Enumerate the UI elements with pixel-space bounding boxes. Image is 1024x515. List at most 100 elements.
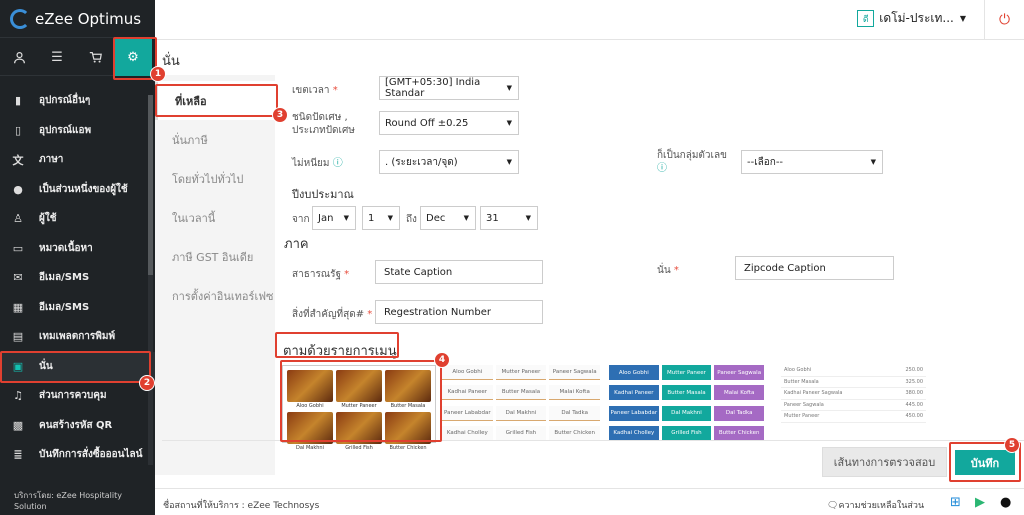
tab-gst-india[interactable]: ภาษี GST อินเดีย — [155, 237, 275, 276]
step-marker-3: 3 — [272, 107, 288, 123]
qr-icon: ▩ — [12, 418, 24, 432]
menu-preview-item: Mutter Paneer — [336, 370, 382, 409]
menu-preview-item: Butter Masala — [385, 370, 431, 409]
windows-icon[interactable]: ⊞ — [950, 495, 961, 510]
property-selector[interactable]: ดี เดโม่-ประเท... ▼ — [857, 9, 966, 28]
price-row: Butter Masala 325.00 — [781, 377, 926, 388]
mobile-icon: ▯ — [14, 123, 22, 137]
state-label: สาธารณรัฐ * — [292, 269, 350, 280]
settings-tabs: ที่เหลือ นั่นภาษี โดยทั่วไปทั่วไป ในเวลา… — [155, 75, 275, 475]
cart-icon[interactable] — [76, 38, 114, 76]
price-row: Paneer Sagwala 445.00 — [781, 400, 926, 411]
app-logo-text: eZee Optimus — [35, 9, 142, 28]
zipcode-caption-input[interactable]: Zipcode Caption — [735, 256, 894, 280]
format-select[interactable]: . (ระยะเวลา/จุด) — [379, 150, 519, 174]
settings-gear-icon[interactable]: ⚙ — [114, 38, 152, 76]
sidebar-item-email-sms-2[interactable]: ▦ อีเมล/SMS — [0, 293, 155, 323]
host-name: ชื่อสถานที่ให้บริการ : eZee Technosys — [163, 501, 320, 511]
sidebar-item-language[interactable]: 文ภาษา — [0, 145, 155, 175]
chat-icon: 🗨 — [827, 501, 839, 511]
timezone-label: เขตเวลา * — [292, 85, 338, 96]
sidebar-item-content-category[interactable]: ▭ หมวดเนื้อหา — [0, 234, 155, 264]
sidebar-item-email-sms[interactable]: ✉ อีเมล/SMS — [0, 263, 155, 293]
menu-style-price-list[interactable]: Aloo Gobhi 250.00 Butter Masala 325.00 Kad… — [781, 365, 926, 443]
menu-style-color-tiles[interactable]: Aloo Gobhi Mutter Paneer Paneer Sagwala … — [609, 365, 764, 443]
to-month-select[interactable]: Dec — [420, 206, 476, 230]
user-group-icon: ● — [13, 182, 23, 196]
ezee-logo-icon — [10, 8, 30, 29]
sidebar-item-control[interactable]: ♫ ส่วนการควบคุม — [0, 381, 155, 411]
tab-time[interactable]: ในเวลานี้ — [155, 198, 275, 237]
sidebar-item-qr-generator[interactable]: ▩ คนสร้างรหัส QR — [0, 411, 155, 441]
help-link[interactable]: 🗨ความช่วยเหลือในส่วน — [827, 498, 924, 512]
sidebar-item-display[interactable]: ▣ นั่น — [0, 351, 155, 381]
language-icon: 文 — [12, 153, 24, 167]
app-logo[interactable]: eZee Optimus — [0, 0, 155, 38]
save-button[interactable]: บันทึก — [955, 450, 1015, 475]
timezone-select[interactable]: [GMT+05:30] India Standar — [379, 76, 519, 100]
sidebar-item-user[interactable]: ♙ ผู้ใช้ — [0, 204, 155, 234]
tab-general[interactable]: โดยทั่วไปทั่วไป — [155, 159, 275, 198]
registration-label: สิ่งที่สำคัญที่สุด# * — [292, 309, 373, 320]
audit-trail-button[interactable]: เส้นทางการตรวจสอบ — [822, 447, 947, 477]
property-badge: ดี — [857, 10, 875, 27]
to-label: ถึง — [406, 214, 417, 225]
inbox-icon: ▭ — [12, 241, 24, 255]
sidebar-item-online-order-log[interactable]: ≣ บันทึกการสั่งซื้อออนไลน์ — [0, 440, 155, 470]
state-caption-input[interactable]: State Caption — [375, 260, 543, 284]
menu-preview-item: Aloo Gobhi — [287, 370, 333, 409]
sidebar-footer: บริการโดย: eZee Hospitality Solution — [14, 491, 122, 511]
price-row: Kadhai Paneer Sagwala 380.00 — [781, 388, 926, 400]
menu-style-image-grid[interactable]: Aloo Gobhi Mutter Paneer Butter Masala D… — [282, 365, 436, 451]
envelope-icon: ✉ — [13, 271, 23, 285]
registration-number-input[interactable]: Regestration Number — [375, 300, 543, 324]
list-icon: ≣ — [13, 448, 23, 462]
to-day-select[interactable]: 31 — [480, 206, 538, 230]
property-name: เดโม่-ประเท... — [879, 11, 954, 25]
from-day-select[interactable]: 1 — [362, 206, 400, 230]
info-icon: ⓘ — [332, 158, 343, 169]
calendar-icon: ▦ — [12, 300, 24, 314]
chevron-down-icon: ▼ — [959, 14, 966, 23]
rounding-select[interactable]: Round Off ±0.25 — [379, 111, 519, 135]
settings-form: เขตเวลา * [GMT+05:30] India Standar ชนิด… — [275, 75, 1024, 485]
google-play-icon[interactable]: ▶ — [975, 495, 985, 510]
sidebar-item-app-devices[interactable]: ▯ อุปกรณ์แอพ — [0, 116, 155, 146]
tab-interface-settings[interactable]: การตั้งค่าอินเทอร์เฟซ — [155, 276, 275, 315]
step-marker-1: 1 — [150, 66, 166, 82]
fiscal-year-label: ปีงบประมาณ — [292, 188, 354, 201]
from-label: จาก — [292, 214, 310, 225]
menu-list-icon[interactable]: ☰ — [38, 38, 76, 76]
food-image-icon — [336, 370, 382, 402]
sidebar-menu: ▮ อุปกรณ์อื่นๆ ▯ อุปกรณ์แอพ 文ภาษา ● เป็นส่ว… — [0, 76, 155, 470]
food-image-icon — [385, 370, 431, 402]
display-icon: ▣ — [12, 359, 24, 373]
menu-display-heading: ตามด้วยรายการเมนู — [283, 344, 397, 359]
tab-other[interactable]: ที่เหลือ — [155, 81, 275, 120]
tab-tax[interactable]: นั่นภาษี — [155, 120, 275, 159]
sidebar-item-print-template[interactable]: ▤ เทมเพลตการพิมพ์ — [0, 322, 155, 352]
menu-style-text-list[interactable]: Aloo Gobhi Mutter Paneer Paneer Sagwala … — [442, 365, 600, 443]
sidebar: eZee Optimus ☰ ⚙ ▮ อุปกรณ์อื่นๆ ▯ อุปกรณ์แ… — [0, 0, 155, 515]
food-image-icon — [287, 370, 333, 402]
price-row: Aloo Gobhi 250.00 — [781, 365, 926, 377]
rounding-label: ชนิดปัดเศษ , ประเภทปัดเศษ — [292, 112, 355, 136]
digit-group-label: ก็เป็นกลุ่มตัวเลข ⓘ — [657, 150, 727, 174]
from-month-select[interactable]: Jan — [312, 206, 356, 230]
zipcode-label: นั่น * — [657, 265, 679, 276]
info-icon: ⓘ — [657, 163, 667, 174]
bell-icon: ♫ — [13, 389, 23, 403]
digit-group-select[interactable]: --เลือก-- — [741, 150, 883, 174]
step-marker-2: 2 — [139, 375, 155, 391]
sidebar-item-other-devices[interactable]: ▮ อุปกรณ์อื่นๆ — [0, 86, 155, 116]
bottom-bar: ชื่อสถานที่ให้บริการ : eZee Technosys 🗨ค… — [155, 488, 1024, 515]
section-heading: ภาค — [284, 237, 309, 252]
price-row: Mutter Paneer 450.00 — [781, 411, 926, 423]
user-profile-icon[interactable] — [0, 38, 38, 76]
sidebar-scroll-thumb[interactable] — [148, 95, 153, 275]
sidebar-item-user-group[interactable]: ● เป็นส่วนหนึ่งของผู้ใช้ — [0, 175, 155, 205]
apple-icon[interactable]: ● — [1000, 495, 1011, 510]
format-label: ไม่หนียม ⓘ — [292, 158, 343, 169]
step-marker-4: 4 — [434, 352, 450, 368]
power-logout-icon[interactable]: ⏻ — [984, 0, 1024, 40]
